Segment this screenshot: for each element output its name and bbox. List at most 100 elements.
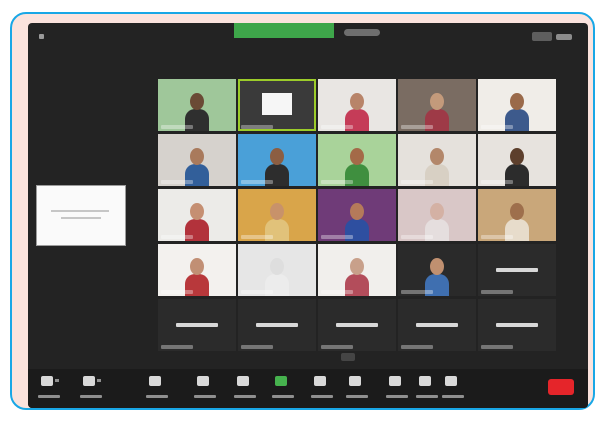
participant-name-tag	[241, 345, 273, 349]
participant-name-tag	[481, 345, 513, 349]
security-shield-button[interactable]	[146, 373, 168, 405]
chevron-up-icon[interactable]	[55, 379, 59, 382]
participant-tile[interactable]	[238, 134, 316, 186]
participant-tile[interactable]	[398, 79, 476, 131]
participant-name-tag	[161, 180, 193, 184]
participant-tile[interactable]	[398, 189, 476, 241]
participant-name-tag	[401, 290, 433, 294]
participant-tile[interactable]	[238, 244, 316, 296]
toolbar-label	[234, 395, 256, 398]
participant-tile[interactable]	[318, 299, 396, 351]
whiteboard-icon	[445, 376, 457, 386]
participant-face	[430, 203, 444, 220]
profile-picture	[262, 93, 292, 115]
participant-face	[510, 93, 524, 110]
participant-tile[interactable]	[478, 79, 556, 131]
participant-tile[interactable]	[158, 134, 236, 186]
apps-button[interactable]	[416, 373, 438, 405]
participant-face	[510, 203, 524, 220]
participant-face	[350, 148, 364, 165]
participant-display-name	[496, 268, 538, 272]
shared-screen-thumbnail[interactable]	[36, 185, 126, 246]
participant-tile[interactable]	[398, 134, 476, 186]
participant-face	[190, 203, 204, 220]
participant-tile[interactable]	[158, 299, 236, 351]
participant-tile[interactable]	[318, 244, 396, 296]
participant-name-tag	[241, 235, 273, 239]
shared-text-line	[51, 210, 109, 212]
participant-name-tag	[401, 125, 433, 129]
participant-face	[190, 93, 204, 110]
participant-name-tag	[481, 235, 513, 239]
participant-name-tag	[161, 125, 193, 129]
participant-face	[350, 258, 364, 275]
participant-name-tag	[401, 180, 433, 184]
participant-tile[interactable]	[398, 299, 476, 351]
toolbar-label	[416, 395, 438, 398]
meeting-info-pill[interactable]	[344, 29, 380, 36]
participant-face	[350, 93, 364, 110]
participant-tile[interactable]	[318, 189, 396, 241]
toolbar-label	[442, 395, 464, 398]
fullscreen-button[interactable]	[556, 34, 572, 40]
participant-tile[interactable]	[478, 134, 556, 186]
participants-icon	[197, 376, 209, 386]
toolbar-label	[38, 395, 60, 398]
top-bar	[28, 23, 588, 47]
participant-tile[interactable]	[238, 79, 316, 131]
participant-tile[interactable]	[318, 134, 396, 186]
toolbar-label	[80, 395, 102, 398]
participant-face	[270, 148, 284, 165]
toolbar-label	[346, 395, 368, 398]
toolbar-label	[311, 395, 333, 398]
breakout-rooms-icon	[349, 376, 361, 386]
participant-tile[interactable]	[478, 244, 556, 296]
participant-face	[190, 258, 204, 275]
participant-name-tag	[321, 345, 353, 349]
participant-name-tag	[401, 345, 433, 349]
chat-button[interactable]	[234, 373, 256, 405]
reactions-button[interactable]	[386, 373, 408, 405]
participant-tile[interactable]	[478, 189, 556, 241]
participant-face	[510, 148, 524, 165]
participant-face	[270, 258, 284, 275]
breakout-rooms-button[interactable]	[346, 373, 368, 405]
meeting-toolbar	[28, 369, 588, 408]
participant-face	[350, 203, 364, 220]
participant-tile[interactable]	[398, 244, 476, 296]
participant-face	[430, 93, 444, 110]
participant-name-tag	[401, 235, 433, 239]
participant-tile[interactable]	[158, 189, 236, 241]
participant-tile[interactable]	[478, 299, 556, 351]
record-icon	[314, 376, 326, 386]
participant-name-tag	[241, 180, 273, 184]
meeting-window	[28, 23, 588, 408]
video-camera-icon	[83, 376, 95, 386]
whiteboard-button[interactable]	[442, 373, 464, 405]
participant-tile[interactable]	[158, 79, 236, 131]
participant-tile[interactable]	[158, 244, 236, 296]
view-toggle-button[interactable]	[532, 32, 552, 41]
participant-name-tag	[161, 235, 193, 239]
video-camera-button[interactable]	[80, 373, 102, 405]
security-shield-icon	[149, 376, 161, 386]
end-meeting-button[interactable]	[548, 379, 574, 395]
gallery-next-page-button[interactable]	[341, 353, 355, 361]
participant-tile[interactable]	[318, 79, 396, 131]
participant-name-tag	[321, 180, 353, 184]
participant-tile[interactable]	[238, 299, 316, 351]
shared-text-line	[61, 217, 101, 219]
reactions-icon	[389, 376, 401, 386]
apps-icon	[419, 376, 431, 386]
record-button[interactable]	[311, 373, 333, 405]
security-info-icon[interactable]	[39, 34, 44, 39]
participant-display-name	[256, 323, 298, 327]
chat-icon	[237, 376, 249, 386]
microphone-button[interactable]	[38, 373, 60, 405]
chevron-up-icon[interactable]	[97, 379, 101, 382]
participants-button[interactable]	[194, 373, 216, 405]
share-screen-button[interactable]	[272, 373, 294, 405]
participant-face	[430, 258, 444, 275]
participant-display-name	[176, 323, 218, 327]
participant-tile[interactable]	[238, 189, 316, 241]
